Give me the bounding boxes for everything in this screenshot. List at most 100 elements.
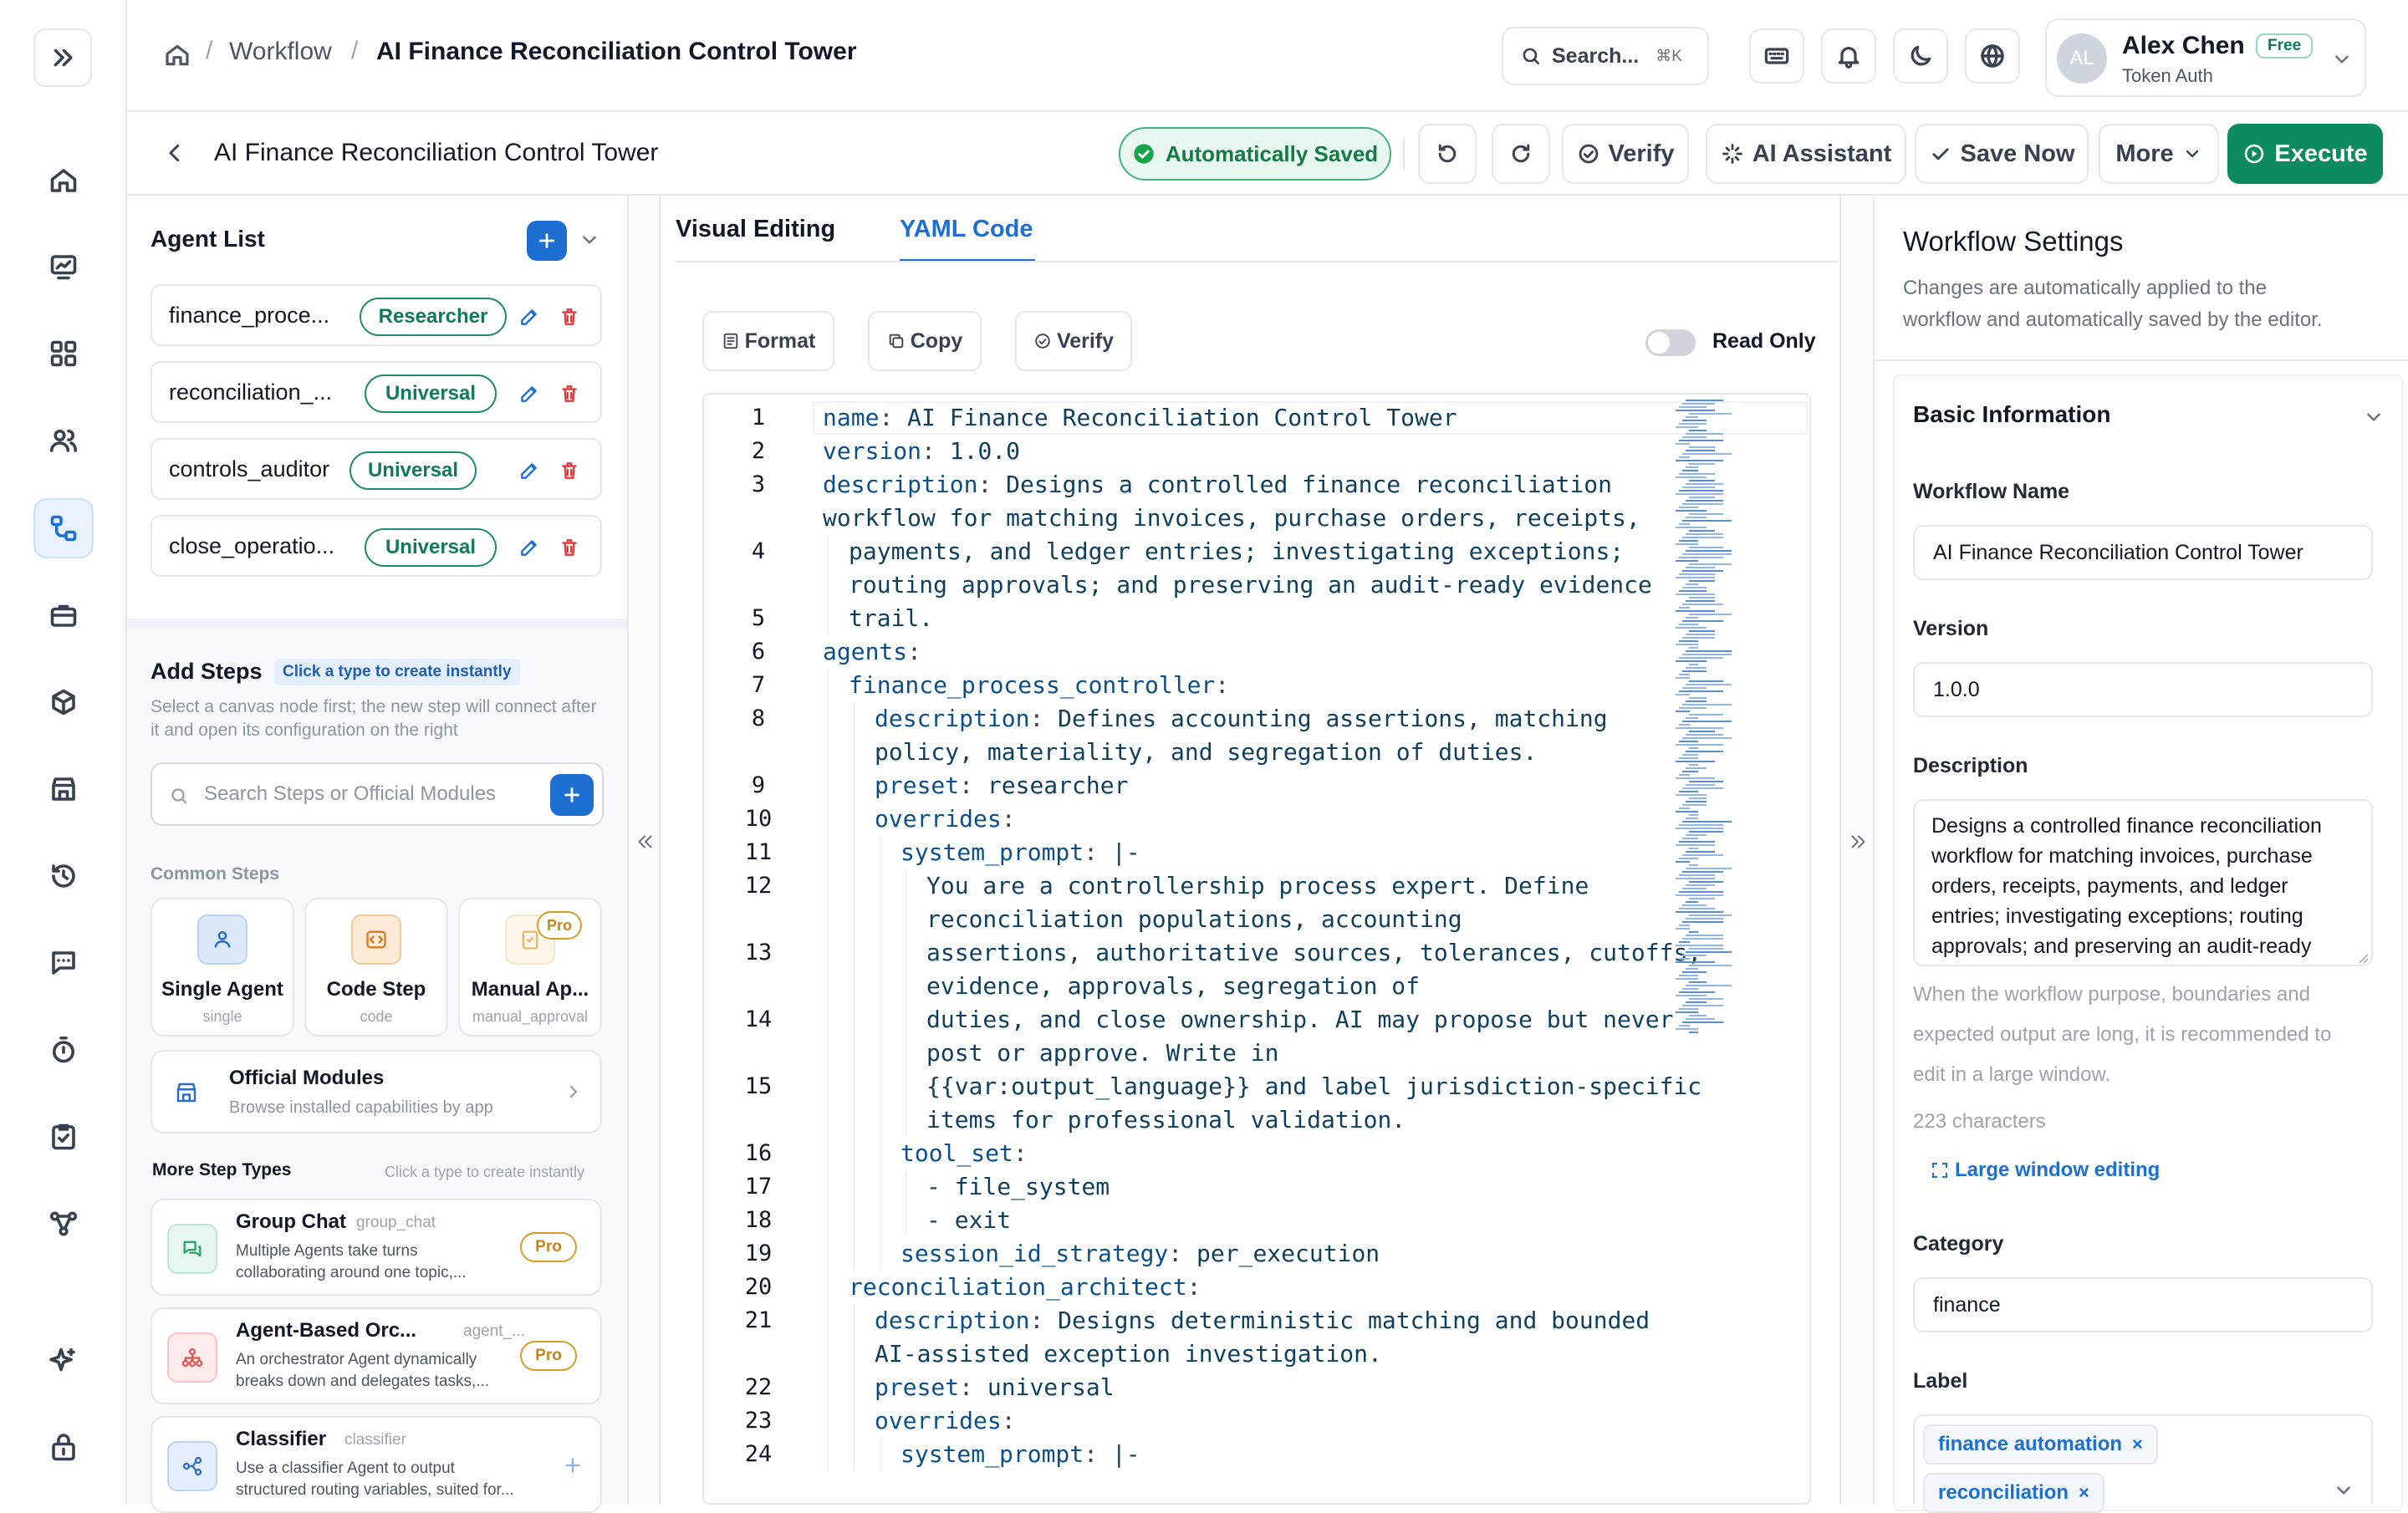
trash-icon[interactable] (559, 537, 580, 558)
tab-yaml-code[interactable]: YAML Code (900, 216, 1033, 254)
resize-handle-icon[interactable] (2356, 951, 2370, 965)
workflow-name-input[interactable]: AI Finance Reconciliation Control Tower (1913, 525, 2373, 580)
redo-button[interactable] (1492, 124, 1550, 184)
expand-sidebar-button[interactable] (33, 28, 92, 87)
chevron-down-icon[interactable] (2363, 406, 2385, 428)
step-card-single-agent[interactable]: Single Agent single (150, 898, 294, 1037)
language-button[interactable] (1965, 28, 2020, 84)
format-button[interactable]: Format (702, 311, 834, 371)
undo-button[interactable] (1418, 124, 1477, 184)
nav-tasks[interactable] (33, 1107, 94, 1167)
copy-button[interactable]: Copy (868, 311, 982, 371)
right-collapse-handle[interactable] (1839, 196, 1873, 1505)
more-button[interactable]: More (2099, 124, 2219, 184)
code-minimap[interactable] (1672, 395, 1776, 1080)
remove-label-icon[interactable]: × (2132, 1434, 2143, 1455)
home-icon[interactable] (164, 42, 191, 69)
minimap-line (1689, 563, 1732, 565)
minimap-line (1676, 928, 1690, 930)
edit-icon[interactable] (518, 537, 540, 558)
add-steps-title: Add Steps (150, 659, 263, 684)
nav-dashboard[interactable] (33, 237, 94, 297)
nav-store[interactable] (33, 759, 94, 819)
step-card-code[interactable]: Code Step code (304, 898, 448, 1037)
notifications-button[interactable] (1821, 28, 1876, 84)
left-collapse-handle[interactable] (627, 196, 661, 1505)
indent-guide (828, 736, 829, 769)
minimap-line (1682, 637, 1715, 639)
nav-history[interactable] (33, 846, 94, 906)
official-modules[interactable]: Official Modules Browse installed capabi… (150, 1050, 602, 1133)
step-type-classifier[interactable]: Classifier classifier Use a classifier A… (150, 1416, 602, 1513)
search-button[interactable]: Search... ⌘K (1502, 27, 1709, 85)
trash-icon[interactable] (559, 460, 580, 481)
step-card-manual-approval[interactable]: Pro Manual Ap... manual_approval (458, 898, 602, 1037)
minimap-line (1679, 774, 1690, 776)
agent-row[interactable]: close_operatio... Universal (150, 515, 602, 577)
line-number: 7 (751, 672, 766, 698)
edit-icon[interactable] (518, 383, 540, 405)
nav-security[interactable] (33, 1418, 94, 1478)
nav-home[interactable] (33, 150, 94, 211)
labels-input[interactable]: finance automation × reconciliation × (1913, 1414, 2373, 1513)
minimap-line (1682, 888, 1707, 889)
add-agent-button[interactable] (527, 221, 567, 261)
version-input[interactable]: 1.0.0 (1913, 662, 2373, 717)
indent-guide (854, 1070, 855, 1103)
back-icon[interactable] (162, 140, 187, 166)
agent-list-title: Agent List (150, 226, 265, 252)
nav-users[interactable] (33, 410, 94, 471)
minimap-line (1682, 838, 1698, 839)
indent-guide (828, 802, 829, 836)
agent-row[interactable]: controls_auditor Universal (150, 438, 602, 500)
left-panel: Agent List finance_proce... Researcher r… (127, 196, 627, 1513)
category-input[interactable]: finance (1913, 1277, 2373, 1332)
user-menu[interactable]: AL Alex Chen Free Token Auth (2045, 18, 2366, 97)
description-textarea[interactable]: Designs a controlled finance reconciliat… (1913, 799, 2373, 966)
tab-visual-editing[interactable]: Visual Editing (676, 216, 835, 254)
nav-chat[interactable] (33, 933, 94, 993)
keyboard-button[interactable] (1749, 28, 1804, 84)
step-type-orchestrator[interactable]: Agent-Based Orc... agent_... An orchestr… (150, 1307, 602, 1404)
label-label: Label (1913, 1369, 1968, 1393)
chevron-down-icon[interactable] (579, 229, 600, 251)
minimap-line (1676, 493, 1723, 495)
large-window-editing-link[interactable]: Large window editing (1930, 1159, 2160, 1182)
chevron-down-icon[interactable] (2333, 1480, 2354, 1501)
edit-icon[interactable] (518, 460, 540, 481)
trash-icon[interactable] (559, 306, 580, 328)
breadcrumb-workflow[interactable]: Workflow (229, 38, 332, 66)
line-number: 20 (744, 1274, 773, 1300)
verify-button[interactable]: Verify (1562, 124, 1689, 184)
execute-button[interactable]: Execute (2227, 124, 2383, 184)
plus-icon[interactable] (562, 1454, 584, 1476)
nav-timer[interactable] (33, 1020, 94, 1080)
chevron-down-icon (2335, 55, 2349, 64)
minimap-line (1689, 614, 1732, 615)
minimap-line (1679, 406, 1707, 408)
nav-packages[interactable] (33, 672, 94, 732)
edit-icon[interactable] (518, 306, 540, 328)
remove-label-icon[interactable]: × (2079, 1482, 2089, 1504)
nav-graph[interactable] (33, 1194, 94, 1254)
theme-button[interactable] (1893, 28, 1948, 84)
ai-assistant-button[interactable]: AI Assistant (1706, 124, 1906, 184)
agent-row[interactable]: finance_proce... Researcher (150, 284, 602, 346)
save-now-button[interactable]: Save Now (1915, 124, 2089, 184)
indent-guide (854, 1438, 855, 1471)
add-step-button[interactable] (550, 774, 594, 816)
nav-apps[interactable] (33, 323, 94, 384)
minimap-line (1682, 420, 1707, 421)
agent-row[interactable]: reconciliation_... Universal (150, 361, 602, 423)
nav-workflow[interactable] (33, 498, 94, 558)
yaml-code-editor[interactable]: 1 name: AI Finance Reconciliation Control… (702, 393, 1811, 1505)
code-verify-button[interactable]: Verify (1015, 311, 1132, 371)
read-only-toggle[interactable] (1645, 329, 1696, 356)
step-search[interactable]: Search Steps or Official Modules (150, 762, 604, 826)
step-type-group-chat[interactable]: Group Chat group_chat Multiple Agents ta… (150, 1199, 602, 1296)
nav-ai[interactable] (33, 1331, 94, 1391)
nav-toolbox[interactable] (33, 585, 94, 645)
line-number: 1 (751, 405, 766, 430)
settings-title: Workflow Settings (1903, 226, 2124, 257)
trash-icon[interactable] (559, 383, 580, 405)
